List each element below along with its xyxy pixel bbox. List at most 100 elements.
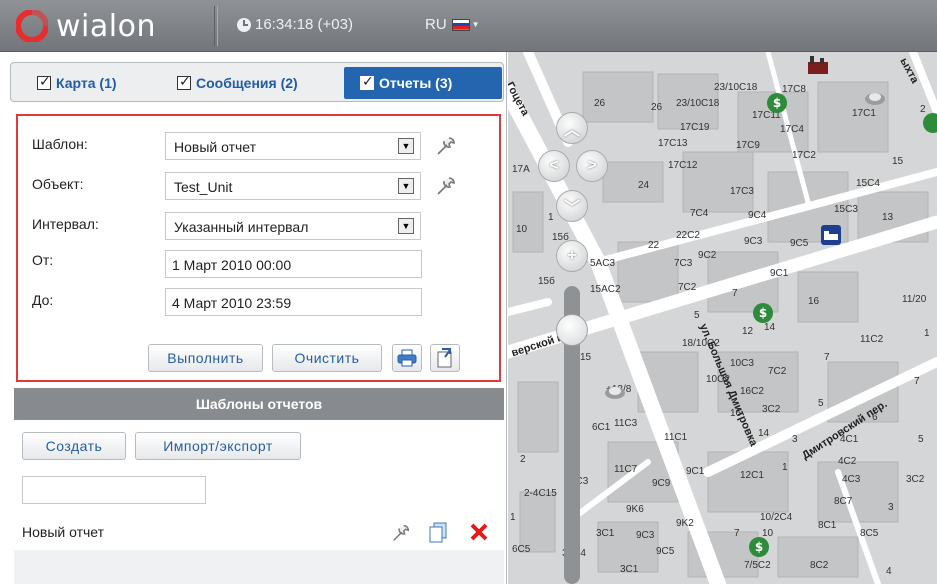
- map-building-label: 9K2: [676, 518, 694, 529]
- template-list-item[interactable]: Новый отчет: [14, 516, 504, 550]
- language-code: RU: [425, 16, 447, 33]
- bank-icon[interactable]: $: [748, 536, 770, 558]
- top-bar: wialon 16:34:18 (+03) RU ▼: [0, 0, 937, 52]
- map-building-label: 9C3: [636, 530, 655, 541]
- language-selector[interactable]: RU ▼: [425, 16, 480, 33]
- pan-up-button[interactable]: ︿: [556, 112, 588, 144]
- map-building-label: 3C2: [762, 404, 781, 415]
- map-building-label: 5AC3: [590, 258, 616, 269]
- bank-icon[interactable]: $: [766, 92, 788, 114]
- map-building-label: 11C2: [860, 334, 884, 345]
- chevron-right-icon: >: [587, 157, 597, 174]
- dropdown-arrow-icon[interactable]: ▼: [398, 138, 414, 154]
- wialon-logo[interactable]: wialon: [16, 8, 156, 44]
- wrench-icon[interactable]: [434, 174, 458, 198]
- print-button[interactable]: [392, 344, 422, 372]
- template-select-value: Новый отчет: [174, 139, 257, 155]
- map-building-label: 11/20: [902, 294, 927, 305]
- template-label: Шаблон:: [32, 136, 88, 152]
- zoom-in-button[interactable]: +: [556, 240, 588, 272]
- tab-messages-checkbox[interactable]: [177, 73, 191, 90]
- map-building-label: 15C3: [834, 204, 858, 215]
- map-building-label: 24: [638, 180, 650, 191]
- map-building-label: 26: [594, 98, 606, 109]
- map-building-label: 7: [914, 376, 920, 387]
- zoom-slider-handle[interactable]: [556, 314, 588, 346]
- map-building-label: 16: [808, 296, 820, 307]
- clock-time: 16:34:18 (+03): [255, 16, 353, 33]
- plus-icon: +: [567, 247, 577, 264]
- tab-map-checkbox[interactable]: [37, 73, 51, 90]
- hotel-icon[interactable]: [820, 224, 842, 246]
- map-building-label: 6C1: [592, 422, 611, 433]
- map-building-label: 7C3: [674, 258, 693, 269]
- vehicle-marker-icon[interactable]: [864, 90, 886, 106]
- map-building-label: 14: [758, 428, 770, 439]
- template-select[interactable]: Новый отчет ▼: [165, 132, 421, 160]
- wrench-icon[interactable]: [390, 522, 412, 544]
- report-templates-header: Шаблоны отчетов: [14, 388, 504, 420]
- dropdown-arrow-icon[interactable]: ▼: [398, 218, 414, 234]
- map-building-label: 17C4: [780, 124, 804, 135]
- map-building-label: 17C9: [736, 140, 760, 151]
- map-building-label: 12: [742, 326, 754, 337]
- create-template-button[interactable]: Создать: [22, 432, 126, 460]
- map-building-label: 3C1: [620, 564, 639, 575]
- bank-icon[interactable]: $: [752, 302, 774, 324]
- template-search-input[interactable]: [22, 476, 206, 504]
- map-building-label: 9C9: [652, 478, 671, 489]
- delete-icon[interactable]: [469, 522, 489, 542]
- factory-icon[interactable]: [806, 54, 830, 74]
- map-building-label: 23/10C18: [676, 98, 720, 109]
- map-building-label: 10/2C4: [760, 512, 793, 523]
- map-building-label: 7C4: [690, 208, 709, 219]
- map-building-label: 4C3: [842, 474, 861, 485]
- map-building-label: 26: [651, 102, 663, 113]
- tab-messages[interactable]: Сообщения (2): [177, 67, 298, 99]
- chevron-left-icon: <: [549, 157, 559, 174]
- chevron-down-icon: ▼: [471, 20, 480, 29]
- map-building-label: 17C3: [730, 186, 754, 197]
- map-building-label: 17C2: [792, 150, 816, 161]
- map-building-label: 12C1: [740, 470, 764, 481]
- to-date-input[interactable]: 4 Март 2010 23:59: [165, 288, 422, 316]
- object-select[interactable]: Test_Unit ▼: [165, 172, 421, 200]
- printer-icon: [397, 349, 417, 367]
- tab-reports-checkbox[interactable]: [360, 73, 374, 90]
- map-building-label: 15: [580, 352, 592, 363]
- map-building-label: 4C1: [840, 434, 859, 445]
- tab-map[interactable]: Карта (1): [37, 67, 117, 99]
- pan-down-button[interactable]: ﹀: [556, 190, 588, 222]
- execute-button[interactable]: Выполнить: [148, 344, 263, 372]
- map-building-label: 11C7: [614, 464, 638, 475]
- map-building-label: 10: [516, 224, 528, 235]
- interval-select[interactable]: Указанный интервал ▼: [165, 212, 421, 240]
- map-building-label: 18/10C2: [682, 338, 720, 349]
- map-building-label: 9C1: [686, 466, 705, 477]
- from-label: От:: [32, 252, 54, 268]
- svg-text:$: $: [755, 540, 763, 554]
- clear-button[interactable]: Очистить: [272, 344, 382, 372]
- pan-right-button[interactable]: >: [576, 150, 608, 182]
- from-date-input[interactable]: 1 Март 2010 00:00: [165, 250, 422, 278]
- map-building-label: 22: [648, 240, 660, 251]
- map-building-label: 4C2: [838, 456, 857, 467]
- copy-icon[interactable]: [428, 521, 448, 543]
- vehicle-marker-icon[interactable]: [604, 384, 626, 400]
- clock: 16:34:18 (+03): [236, 16, 353, 33]
- map-building-label: 7: [734, 528, 740, 539]
- import-export-button[interactable]: Импорт/экспорт: [135, 432, 301, 460]
- map-view[interactable]: ул. Большая Дмитровка Дмитровский пер. в…: [508, 52, 937, 584]
- map-building-label: 9C2: [698, 250, 717, 261]
- chevron-down-icon: ﹀: [563, 200, 580, 217]
- map-building-label: 8C5: [860, 528, 879, 539]
- map-building-label: 6: [872, 412, 878, 423]
- tab-reports[interactable]: Отчеты (3): [344, 67, 502, 99]
- bank-icon[interactable]: [922, 112, 937, 134]
- dropdown-arrow-icon[interactable]: ▼: [398, 178, 414, 194]
- export-button[interactable]: [430, 344, 460, 372]
- wrench-icon[interactable]: [434, 134, 458, 158]
- pan-left-button[interactable]: <: [538, 150, 570, 182]
- map-building-label: 7: [824, 352, 830, 363]
- map-building-label: 9C1: [770, 268, 789, 279]
